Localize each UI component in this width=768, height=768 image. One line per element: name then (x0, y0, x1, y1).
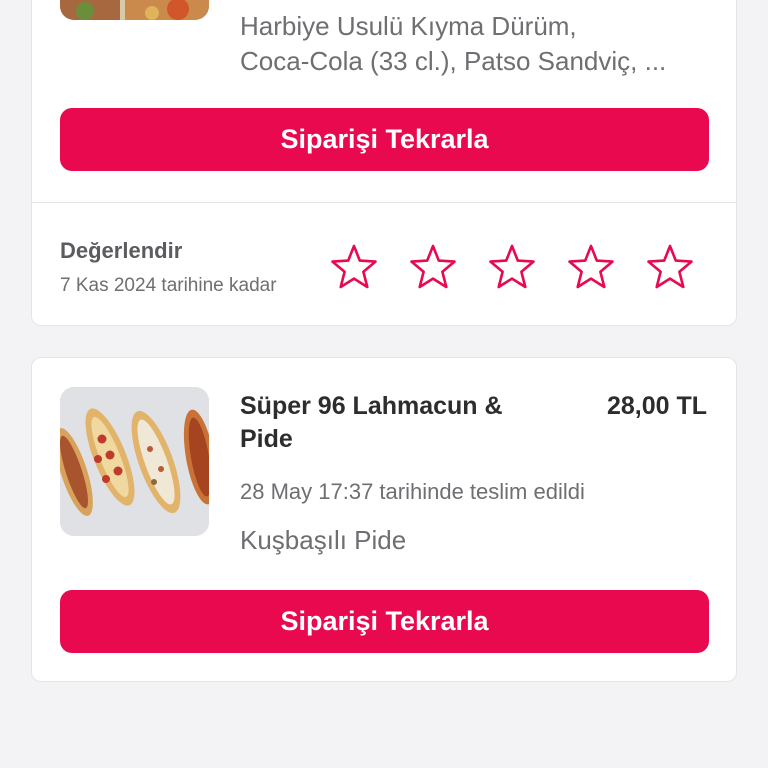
delivery-status: 28 May 17:37 tarihinde teslim edildi (240, 479, 585, 504)
order-items: Harbiye Usulü Kıyma Dürüm, Coca-Cola (33… (240, 9, 712, 79)
order-items: Kuşbaşılı Pide (240, 523, 712, 558)
order-card: Süper 96 Lahmacun & Pide 28,00 TL 28 May… (31, 357, 737, 682)
order-history-page: Harbiye Usulü Kıyma Dürüm, Coca-Cola (33… (0, 0, 768, 768)
divider (32, 202, 736, 203)
star-1-icon[interactable] (329, 242, 379, 292)
star-3-icon[interactable] (487, 242, 537, 292)
restaurant-image (60, 387, 209, 536)
restaurant-image (60, 0, 209, 20)
order-item-line: Harbiye Usulü Kıyma Dürüm, (240, 11, 577, 41)
star-5-icon[interactable] (645, 242, 695, 292)
rating-stars (329, 242, 695, 292)
repeat-order-button[interactable]: Siparişi Tekrarla (60, 590, 709, 653)
order-price: 28,00 TL (606, 392, 707, 420)
rate-title: Değerlendir (60, 238, 183, 263)
order-item-line: Kuşbaşılı Pide (240, 525, 407, 555)
restaurant-name: Süper 96 Lahmacun & Pide (240, 392, 503, 453)
star-4-icon[interactable] (566, 242, 616, 292)
order-item-line: Coca-Cola (33 cl.), Patso Sandviç, ... (240, 46, 667, 76)
order-card: Harbiye Usulü Kıyma Dürüm, Coca-Cola (33… (31, 0, 737, 326)
rate-deadline: 7 Kas 2024 tarihine kadar (60, 275, 277, 296)
star-2-icon[interactable] (408, 242, 458, 292)
repeat-order-button[interactable]: Siparişi Tekrarla (60, 108, 709, 171)
